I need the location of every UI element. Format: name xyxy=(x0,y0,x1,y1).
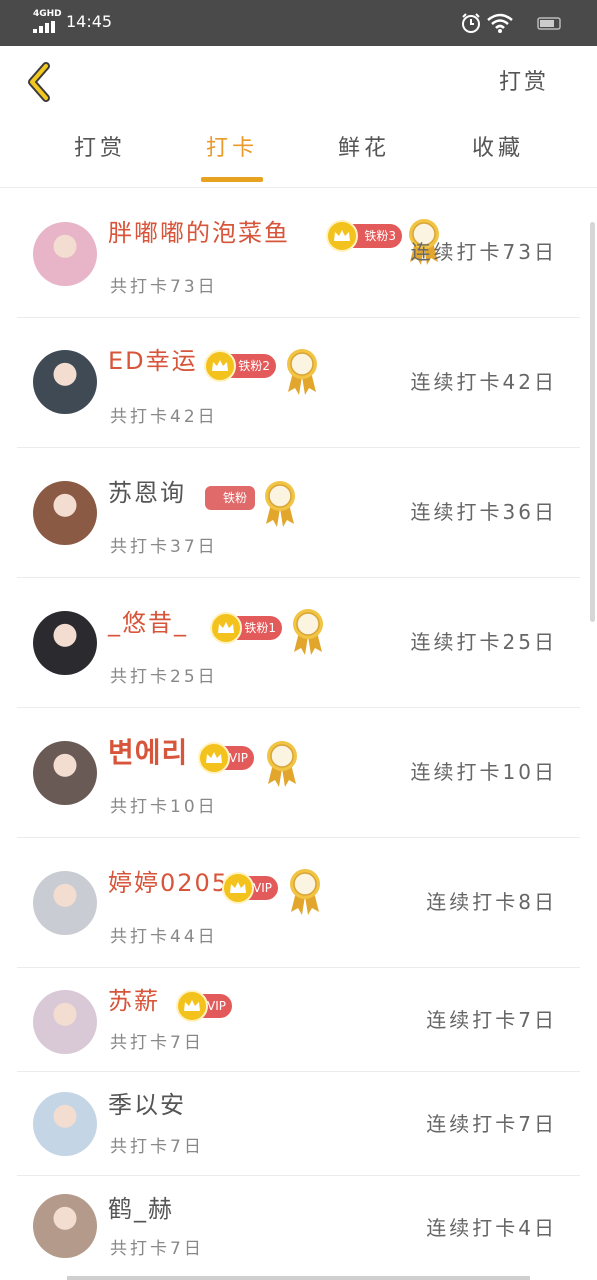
bottom-indicator xyxy=(67,1276,530,1280)
list-item[interactable]: 胖嘟嘟的泡菜鱼 铁粉3 共打卡73日 连续打卡73日 xyxy=(0,188,597,318)
tab-checkin[interactable]: 打卡 xyxy=(182,130,282,162)
user-name: 季以安 xyxy=(108,1091,186,1119)
user-name: 苏恩询 xyxy=(108,479,186,507)
fan-badge: 铁粉3 xyxy=(326,220,402,252)
network-type: 4GHD xyxy=(33,9,62,19)
user-name: 胖嘟嘟的泡菜鱼 xyxy=(108,219,290,247)
total-checkins: 共打卡7日 xyxy=(110,1239,204,1259)
streak-days: 连续打卡36日 xyxy=(410,500,557,524)
avatar[interactable] xyxy=(33,990,97,1054)
signal-icon xyxy=(33,21,57,33)
crown-icon xyxy=(176,990,208,1022)
medal-icon xyxy=(267,741,297,787)
list-item[interactable]: 苏恩询 铁粉 共打卡37日 连续打卡36日 xyxy=(0,448,597,578)
medal-icon xyxy=(290,869,320,915)
back-arrow-icon[interactable] xyxy=(22,60,56,104)
tab-favorites[interactable]: 收藏 xyxy=(448,130,548,162)
alarm-icon xyxy=(462,13,480,33)
vip-badge: VIP xyxy=(222,872,278,904)
avatar[interactable] xyxy=(33,350,97,414)
crown-icon xyxy=(222,872,254,904)
tab-flowers[interactable]: 鲜花 xyxy=(314,130,414,162)
total-checkins: 共打卡73日 xyxy=(110,277,218,297)
streak-days: 连续打卡8日 xyxy=(426,890,557,914)
list-item[interactable]: ED幸运 铁粉2 共打卡42日 连续打卡42日 xyxy=(0,318,597,448)
avatar[interactable] xyxy=(33,1194,97,1258)
fan-badge: 铁粉 xyxy=(205,486,255,510)
user-name: _悠昔_ xyxy=(108,609,188,637)
total-checkins: 共打卡44日 xyxy=(110,927,218,947)
crown-icon xyxy=(198,742,230,774)
list-item[interactable]: 婷婷0205 VIP 共打卡44日 连续打卡8日 xyxy=(0,838,597,968)
avatar[interactable] xyxy=(33,611,97,675)
user-name: 변에리 xyxy=(108,736,189,769)
user-name: 苏薪 xyxy=(108,987,160,1015)
avatar[interactable] xyxy=(33,871,97,935)
status-bar: 4GHD 14:45 xyxy=(0,0,597,46)
user-name: 婷婷0205 xyxy=(108,869,230,897)
reward-link[interactable]: 打赏 xyxy=(499,64,549,96)
streak-days: 连续打卡42日 xyxy=(410,370,557,394)
list-item[interactable]: 鹤_赫 共打卡7日 连续打卡4日 xyxy=(0,1176,597,1280)
clock: 14:45 xyxy=(66,12,113,31)
fan-badge: 铁粉1 xyxy=(210,612,282,644)
vip-badge: VIP xyxy=(176,990,232,1022)
total-checkins: 共打卡42日 xyxy=(110,407,218,427)
tab-reward[interactable]: 打赏 xyxy=(50,130,150,162)
medal-icon xyxy=(293,609,323,655)
total-checkins: 共打卡37日 xyxy=(110,537,218,557)
vip-badge: VIP xyxy=(198,742,254,774)
medal-icon xyxy=(265,481,295,527)
user-name: ED幸运 xyxy=(108,347,198,375)
list-item[interactable]: _悠昔_ 铁粉1 共打卡25日 连续打卡25日 xyxy=(0,578,597,708)
total-checkins: 共打卡7日 xyxy=(110,1033,204,1053)
active-tab-indicator xyxy=(201,177,263,182)
list-item[interactable]: 苏薪 VIP 共打卡7日 连续打卡7日 xyxy=(0,968,597,1072)
streak-days: 连续打卡4日 xyxy=(426,1216,557,1240)
list-item[interactable]: 季以安 共打卡7日 连续打卡7日 xyxy=(0,1072,597,1176)
total-checkins: 共打卡10日 xyxy=(110,797,218,817)
avatar[interactable] xyxy=(33,741,97,805)
wifi-icon xyxy=(487,13,513,33)
total-checkins: 共打卡25日 xyxy=(110,667,218,687)
tab-bar: 打赏 打卡 鲜花 收藏 xyxy=(0,116,597,188)
list-item[interactable]: 변에리 VIP 共打卡10日 连续打卡10日 xyxy=(0,708,597,838)
streak-days: 连续打卡10日 xyxy=(410,760,557,784)
crown-icon xyxy=(210,612,242,644)
crown-icon xyxy=(326,220,358,252)
streak-days: 连续打卡7日 xyxy=(426,1112,557,1136)
streak-days: 连续打卡73日 xyxy=(410,240,557,264)
avatar[interactable] xyxy=(33,481,97,545)
fan-badge: 铁粉2 xyxy=(204,350,276,382)
avatar[interactable] xyxy=(33,222,97,286)
battery-icon xyxy=(522,17,561,31)
streak-days: 连续打卡7日 xyxy=(426,1008,557,1032)
total-checkins: 共打卡7日 xyxy=(110,1137,204,1157)
avatar[interactable] xyxy=(33,1092,97,1156)
medal-icon xyxy=(287,349,317,395)
crown-icon xyxy=(204,350,236,382)
header-bar: 打赏 xyxy=(0,46,597,116)
user-name: 鹤_赫 xyxy=(108,1195,174,1223)
streak-days: 连续打卡25日 xyxy=(410,630,557,654)
